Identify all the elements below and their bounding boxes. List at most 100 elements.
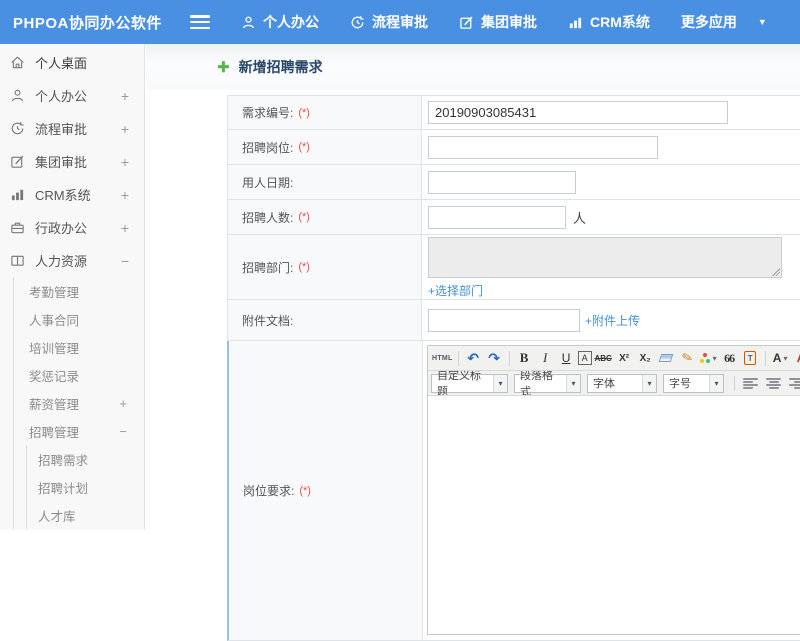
recruitment-submenu: 招聘需求 招聘计划 人才库: [26, 445, 144, 529]
required-mark: (*): [299, 484, 311, 497]
superscript-button[interactable]: X²: [615, 348, 634, 368]
subscript-button[interactable]: X₂: [636, 348, 655, 368]
paragraph-format-dropdown[interactable]: 段落格式 ▾: [514, 371, 581, 395]
form-row-headcount: 招聘人数: (*) 人: [227, 200, 800, 235]
sidebar-item-crm[interactable]: CRM系统 +: [0, 178, 144, 211]
field-label: 招聘人数:: [242, 210, 294, 225]
required-mark: (*): [298, 141, 310, 153]
underline-button[interactable]: U: [557, 348, 576, 368]
sidebar-item-group-approval[interactable]: 集团审批 +: [0, 145, 144, 178]
sidebar-item-salary[interactable]: 薪资管理 +: [14, 389, 144, 417]
edit-icon: [9, 154, 26, 169]
editor-toolbar-row2: 自定义标题 ▾ 段落格式 ▾ 字体 ▾ 字号 ▾: [428, 371, 800, 396]
expand-plus-icon[interactable]: +: [121, 187, 129, 203]
dept-textarea[interactable]: [428, 237, 782, 278]
sidebar-item-training[interactable]: 培训管理: [14, 333, 144, 361]
req-no-input[interactable]: [428, 101, 728, 124]
add-plus-icon: ✚: [217, 59, 230, 76]
collapse-minus-icon[interactable]: −: [119, 424, 127, 439]
font-family-dropdown[interactable]: 字体 ▾: [587, 373, 657, 393]
nav-personal-office[interactable]: 个人办公: [241, 12, 319, 32]
sidebar-item-personal-desktop[interactable]: 个人桌面: [0, 46, 144, 79]
choose-dept-link[interactable]: +选择部门: [428, 282, 483, 299]
eraser-icon[interactable]: [657, 348, 676, 368]
bar-chart-icon: [9, 187, 26, 202]
align-right-icon[interactable]: [789, 377, 800, 390]
sidebar-item-recruitment[interactable]: 招聘管理 −: [14, 417, 144, 445]
caret-down-icon: ▼: [757, 17, 767, 27]
collapse-minus-icon[interactable]: −: [121, 253, 129, 269]
field-label: 用人日期:: [242, 175, 294, 190]
font-color-button[interactable]: A ▾: [771, 348, 790, 368]
sidebar-item-hr[interactable]: 人力资源 −: [0, 244, 144, 277]
back-color-button[interactable]: A: [792, 348, 800, 368]
form-row-date: 用人日期:: [227, 165, 800, 200]
page-title-bar: ✚ 新增招聘需求: [146, 44, 800, 90]
heading-dropdown[interactable]: 自定义标题 ▾: [431, 371, 508, 395]
field-label: 需求编号:: [242, 106, 294, 120]
field-label: 招聘岗位:: [242, 140, 294, 155]
form-row-position: 招聘岗位: (*): [227, 130, 800, 165]
align-left-icon[interactable]: [743, 377, 758, 390]
char-border-button[interactable]: A: [577, 351, 592, 365]
attachment-input[interactable]: [428, 308, 580, 332]
field-label: 岗位要求:: [243, 484, 295, 498]
headcount-unit: 人: [573, 210, 587, 226]
rich-text-editor: HTML ↶ ↷ B I U A ABC X² X₂ ✎ ▾ 66 T A ▾ …: [427, 345, 800, 635]
font-size-dropdown[interactable]: 字号 ▾: [663, 373, 724, 393]
home-icon: [9, 55, 26, 70]
expand-plus-icon[interactable]: +: [121, 220, 129, 236]
sidebar-item-rewards[interactable]: 奖惩记录: [14, 361, 144, 389]
sidebar-item-attendance[interactable]: 考勤管理: [14, 277, 144, 305]
nav-process-approval[interactable]: 流程审批: [350, 12, 428, 32]
sidebar-item-admin-office[interactable]: 行政办公 +: [0, 211, 144, 244]
expand-plus-icon[interactable]: +: [121, 121, 129, 137]
html-source-button[interactable]: HTML: [432, 348, 453, 368]
expand-plus-icon[interactable]: +: [121, 88, 129, 104]
history-icon: [350, 15, 365, 30]
caret-down-icon: ▾: [494, 374, 507, 392]
strikethrough-button[interactable]: ABC: [594, 348, 613, 368]
nav-group-approval[interactable]: 集团审批: [459, 12, 537, 32]
sidebar-item-personal-office[interactable]: 个人办公 +: [0, 79, 144, 112]
paste-text-icon[interactable]: T: [741, 348, 760, 368]
attachment-upload-link[interactable]: +附件上传: [585, 312, 640, 329]
expand-plus-icon[interactable]: +: [119, 396, 127, 411]
sidebar-item-talent-pool[interactable]: 人才库: [27, 501, 144, 529]
format-brush-icon[interactable]: ✎: [675, 346, 699, 370]
italic-button[interactable]: I: [536, 348, 555, 368]
date-input[interactable]: [428, 170, 576, 194]
sidebar-item-hr-contract[interactable]: 人事合同: [14, 305, 144, 333]
editor-content-area[interactable]: [428, 396, 800, 634]
user-icon: [9, 88, 26, 103]
form-row-req-no: 需求编号: (*): [227, 95, 800, 130]
redo-icon[interactable]: ↷: [485, 348, 504, 368]
caret-down-icon: ▾: [783, 353, 788, 363]
editor-toolbar-row1: HTML ↶ ↷ B I U A ABC X² X₂ ✎ ▾ 66 T A ▾: [428, 346, 800, 371]
form-row-dept: 招聘部门: (*) +选择部门: [227, 235, 800, 300]
blockquote-button[interactable]: 66: [720, 348, 739, 368]
field-label: 招聘部门:: [242, 260, 294, 275]
form-row-attachment: 附件文档: +附件上传: [227, 300, 800, 341]
caret-down-icon: ▾: [710, 374, 723, 392]
caret-down-icon: ▾: [712, 353, 717, 363]
sidebar-item-recruit-plan[interactable]: 招聘计划: [27, 473, 144, 501]
hr-submenu: 考勤管理 人事合同 培训管理 奖惩记录 薪资管理 + 招聘管理 − 招聘需求 招…: [13, 277, 144, 529]
book-icon: [9, 253, 26, 268]
highlight-color-icon[interactable]: ▾: [699, 348, 718, 368]
expand-plus-icon[interactable]: +: [121, 154, 129, 170]
align-center-icon[interactable]: [766, 377, 781, 390]
headcount-input[interactable]: [428, 205, 566, 229]
field-label: 附件文档:: [242, 313, 294, 328]
position-input[interactable]: [428, 135, 658, 159]
sidebar-item-process-approval[interactable]: 流程审批 +: [0, 112, 144, 145]
caret-down-icon: ▾: [567, 374, 580, 392]
sidebar-item-recruit-demand[interactable]: 招聘需求: [27, 445, 144, 473]
app-logo: PHPOA协同办公软件: [13, 14, 162, 32]
undo-icon[interactable]: ↶: [464, 348, 483, 368]
nav-crm-system[interactable]: CRM系统: [568, 12, 650, 32]
nav-more-apps[interactable]: 更多应用 ▼: [681, 12, 767, 32]
page-title: 新增招聘需求: [238, 59, 323, 75]
hamburger-menu-icon[interactable]: [190, 15, 210, 29]
bold-button[interactable]: B: [515, 348, 534, 368]
